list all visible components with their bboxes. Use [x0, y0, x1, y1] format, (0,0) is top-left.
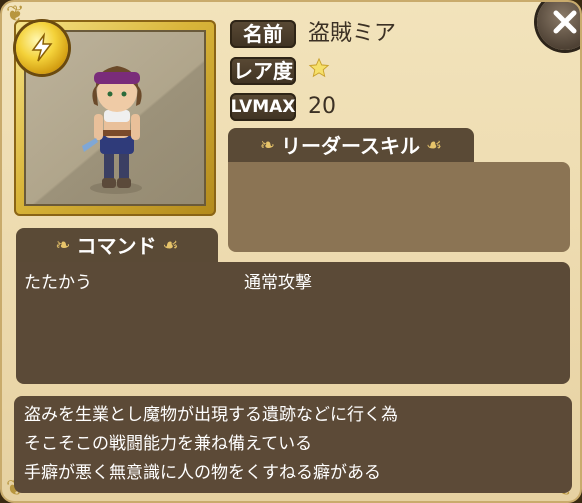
swirl-ornament-left: ❧: [259, 135, 275, 156]
character-name: 盗賊ミア: [308, 21, 397, 46]
description-line: そこそこの戦闘能力を兼ね備えている: [24, 434, 313, 454]
swirl-ornament-right: ☙: [162, 235, 179, 256]
description-line: 盗みを生業とし魔物が出現する遺跡などに行く為: [24, 405, 398, 425]
character-detail-panel: ❦ ❦ ❦: [0, 0, 582, 503]
leader-skill-tab: ❧ リーダースキル ☙: [228, 128, 474, 164]
rarity-label: レア度: [230, 57, 296, 85]
description-box: 盗みを生業とし魔物が出現する遺跡などに行く為 そこそこの戦闘能力を兼ね備えている…: [14, 396, 572, 493]
lv-max-value: 20: [308, 94, 336, 119]
swirl-ornament-left: ❧: [55, 235, 71, 256]
lightning-icon: [31, 32, 53, 62]
close-button[interactable]: [537, 2, 580, 50]
command-tab: ❧ コマンド ☙: [16, 228, 218, 264]
lightning-element-badge: [16, 22, 68, 74]
command-name: たたかう: [24, 273, 92, 293]
description-line: 手癖が悪く無意識に人の物をくすねる癖がある: [24, 463, 381, 483]
rarity-stars: [308, 57, 330, 87]
lv-max-label: LVMAX: [230, 93, 296, 121]
leader-skill-box: [228, 162, 570, 252]
close-icon: [553, 10, 577, 34]
leader-skill-title: リーダースキル: [280, 134, 420, 158]
command-title: コマンド: [76, 234, 157, 258]
command-box: たたかう 通常攻撃: [16, 262, 570, 384]
name-label: 名前: [230, 20, 296, 48]
swirl-ornament-right: ☙: [425, 135, 443, 156]
star-icon: [308, 57, 330, 78]
command-effect: 通常攻撃: [244, 273, 312, 293]
